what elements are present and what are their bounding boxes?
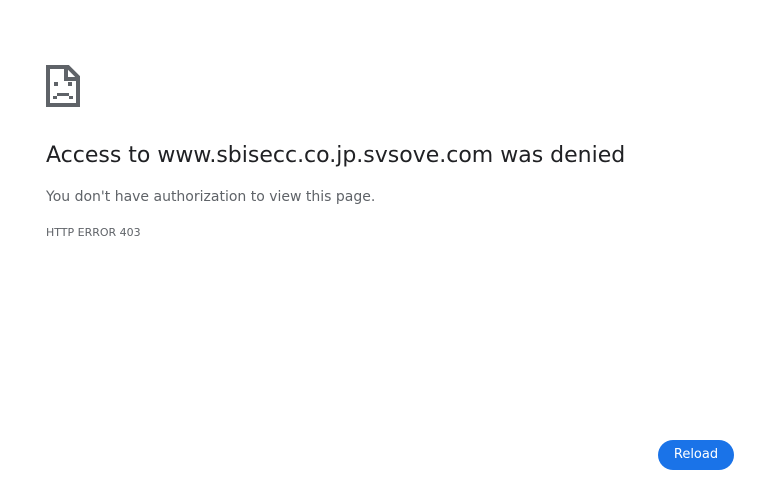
error-code: HTTP ERROR 403 bbox=[46, 226, 141, 239]
error-message: You don't have authorization to view thi… bbox=[46, 189, 376, 205]
reload-button[interactable]: Reload bbox=[658, 440, 734, 470]
sad-page-icon bbox=[46, 65, 80, 107]
page-title: Access to www.sbisecc.co.jp.svsove.com w… bbox=[46, 143, 626, 168]
